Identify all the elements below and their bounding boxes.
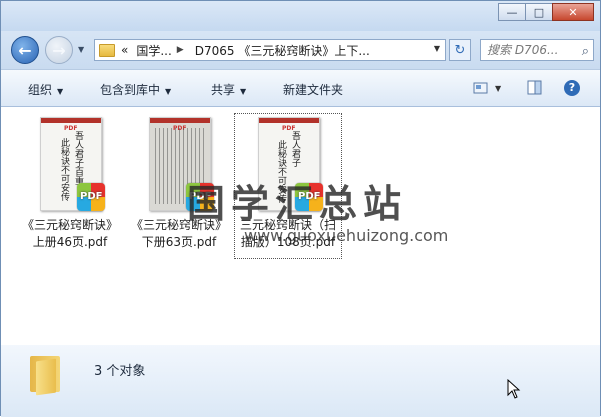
minimize-button[interactable]: —	[498, 3, 526, 21]
navigation-bar: ← → ▼ « 国学... ▶ D7065 《三元秘窍断诀》上下... ▼ ↻ …	[1, 31, 600, 69]
search-input[interactable]: 搜索 D706... ⌕	[480, 39, 594, 61]
view-icon	[473, 82, 488, 94]
thumbnail-header-band	[41, 118, 101, 123]
folder-icon	[30, 356, 78, 396]
chevron-down-icon: ▼	[165, 87, 172, 96]
thumbnail-text: 吾人君子	[292, 132, 302, 169]
file-item[interactable]: PDF 吾人君子百重 此秘诀不可安传 PDF 《三元秘窍断诀》 上册46页.pd…	[17, 113, 125, 249]
file-name-line: 描版）108页.pdf	[240, 235, 336, 249]
explorer-window: — □ ✕ ← → ▼ « 国学... ▶ D7065 《三元秘窍断诀》上下..…	[0, 0, 601, 417]
file-list-pane[interactable]: PDF 吾人君子百重 此秘诀不可安传 PDF 《三元秘窍断诀》 上册46页.pd…	[1, 107, 600, 346]
address-dropdown-icon[interactable]: ▼	[434, 44, 440, 53]
help-button[interactable]: ?	[564, 78, 580, 98]
thumbnail-text: 此秘诀不可安传	[278, 141, 288, 205]
item-count: 3 个对象	[94, 364, 146, 379]
preview-pane-button[interactable]	[527, 78, 543, 98]
pdf-badge-label: PDF	[189, 191, 212, 202]
new-folder-button[interactable]: 新建文件夹	[283, 81, 343, 98]
include-library-label: 包含到库中	[100, 83, 161, 97]
thumbnail-header-band	[150, 118, 210, 123]
thumbnail-text: 此秘诀不可安传	[61, 139, 71, 203]
file-name-line: 三元秘窍断诀（扫	[239, 218, 336, 232]
pdf-file-icon: PDF	[186, 183, 214, 211]
pdf-badge-label: PDF	[298, 191, 321, 202]
recent-pages-dropdown[interactable]: ▼	[78, 45, 84, 54]
search-placeholder: 搜索 D706...	[487, 43, 559, 57]
file-name[interactable]: 《三元秘窍断诀》 下册63页.pdf	[126, 217, 232, 251]
thumbnail-header-band	[259, 118, 319, 123]
organize-menu[interactable]: 组织 ▼	[28, 81, 63, 98]
chevron-down-icon: ▼	[57, 87, 64, 96]
folder-icon	[99, 43, 115, 57]
details-pane: 3 个对象	[1, 345, 600, 417]
search-icon[interactable]: ⌕	[582, 42, 589, 60]
title-bar: — □ ✕	[1, 1, 600, 31]
share-menu[interactable]: 共享 ▼	[211, 81, 246, 98]
refresh-button[interactable]: ↻	[449, 39, 471, 61]
folder-icon-front	[36, 358, 56, 396]
file-name-line: 下册63页.pdf	[141, 235, 217, 249]
thumbnail-text: 吾人君子百重	[75, 132, 85, 187]
preview-pane-icon	[527, 80, 542, 95]
file-item[interactable]: PDF PDF 《三元秘窍断诀》 下册63页.pdf	[126, 113, 234, 249]
breadcrumb-item-root[interactable]: 国学...	[136, 42, 171, 59]
pdf-badge-label: PDF	[80, 191, 103, 202]
help-icon: ?	[564, 80, 580, 96]
organize-label: 组织	[28, 83, 53, 97]
thumbnail-header-text: PDF	[282, 125, 296, 132]
address-bar[interactable]: « 国学... ▶ D7065 《三元秘窍断诀》上下... ▼	[94, 39, 446, 61]
caption-buttons: — □ ✕	[498, 3, 594, 21]
breadcrumb-separator-icon[interactable]: ▶	[177, 45, 184, 55]
maximize-button[interactable]: □	[525, 3, 553, 21]
file-name-line: 《三元秘窍断诀》	[130, 218, 227, 232]
file-item-selected[interactable]: PDF 吾人君子 此秘诀不可安传 PDF 三元秘窍断诀（扫 描版）108页.pd…	[234, 113, 343, 259]
breadcrumb-overflow[interactable]: «	[121, 43, 128, 57]
chevron-down-icon: ▼	[240, 87, 247, 96]
chevron-down-icon: ▼	[495, 83, 502, 93]
command-bar: 组织 ▼ 包含到库中 ▼ 共享 ▼ 新建文件夹 ▼ ?	[1, 69, 600, 107]
include-in-library-menu[interactable]: 包含到库中 ▼	[100, 81, 171, 98]
pdf-file-icon: PDF	[295, 183, 323, 211]
file-name-line: 上册46页.pdf	[32, 235, 108, 249]
file-name[interactable]: 《三元秘窍断诀》 上册46页.pdf	[17, 217, 123, 251]
file-name-line: 《三元秘窍断诀》	[21, 218, 118, 232]
file-name[interactable]: 三元秘窍断诀（扫 描版）108页.pdf	[235, 217, 341, 251]
breadcrumb-item-current[interactable]: D7065 《三元秘窍断诀》上下...	[195, 42, 370, 59]
pdf-file-icon: PDF	[77, 183, 105, 211]
share-label: 共享	[211, 83, 236, 97]
thumbnail-header-text: PDF	[64, 125, 78, 132]
view-options-button[interactable]: ▼	[473, 78, 501, 98]
back-button[interactable]: ←	[11, 36, 39, 64]
close-button[interactable]: ✕	[552, 3, 594, 21]
forward-button[interactable]: →	[45, 36, 73, 64]
